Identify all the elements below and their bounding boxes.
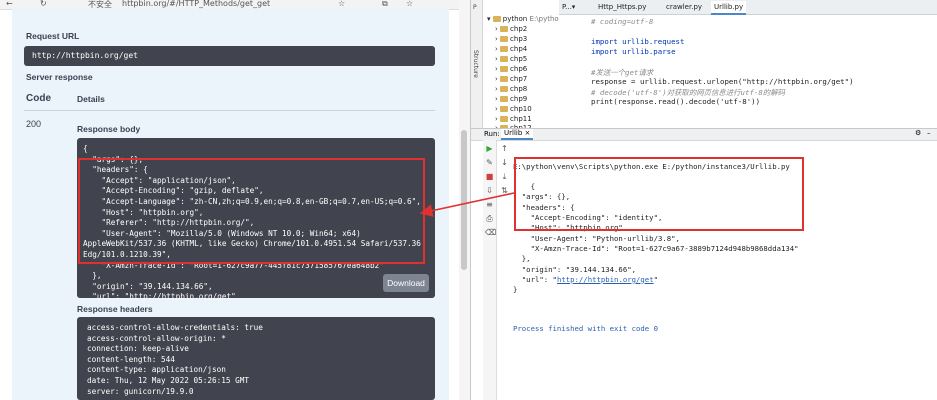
comparison-arrow (419, 192, 515, 217)
